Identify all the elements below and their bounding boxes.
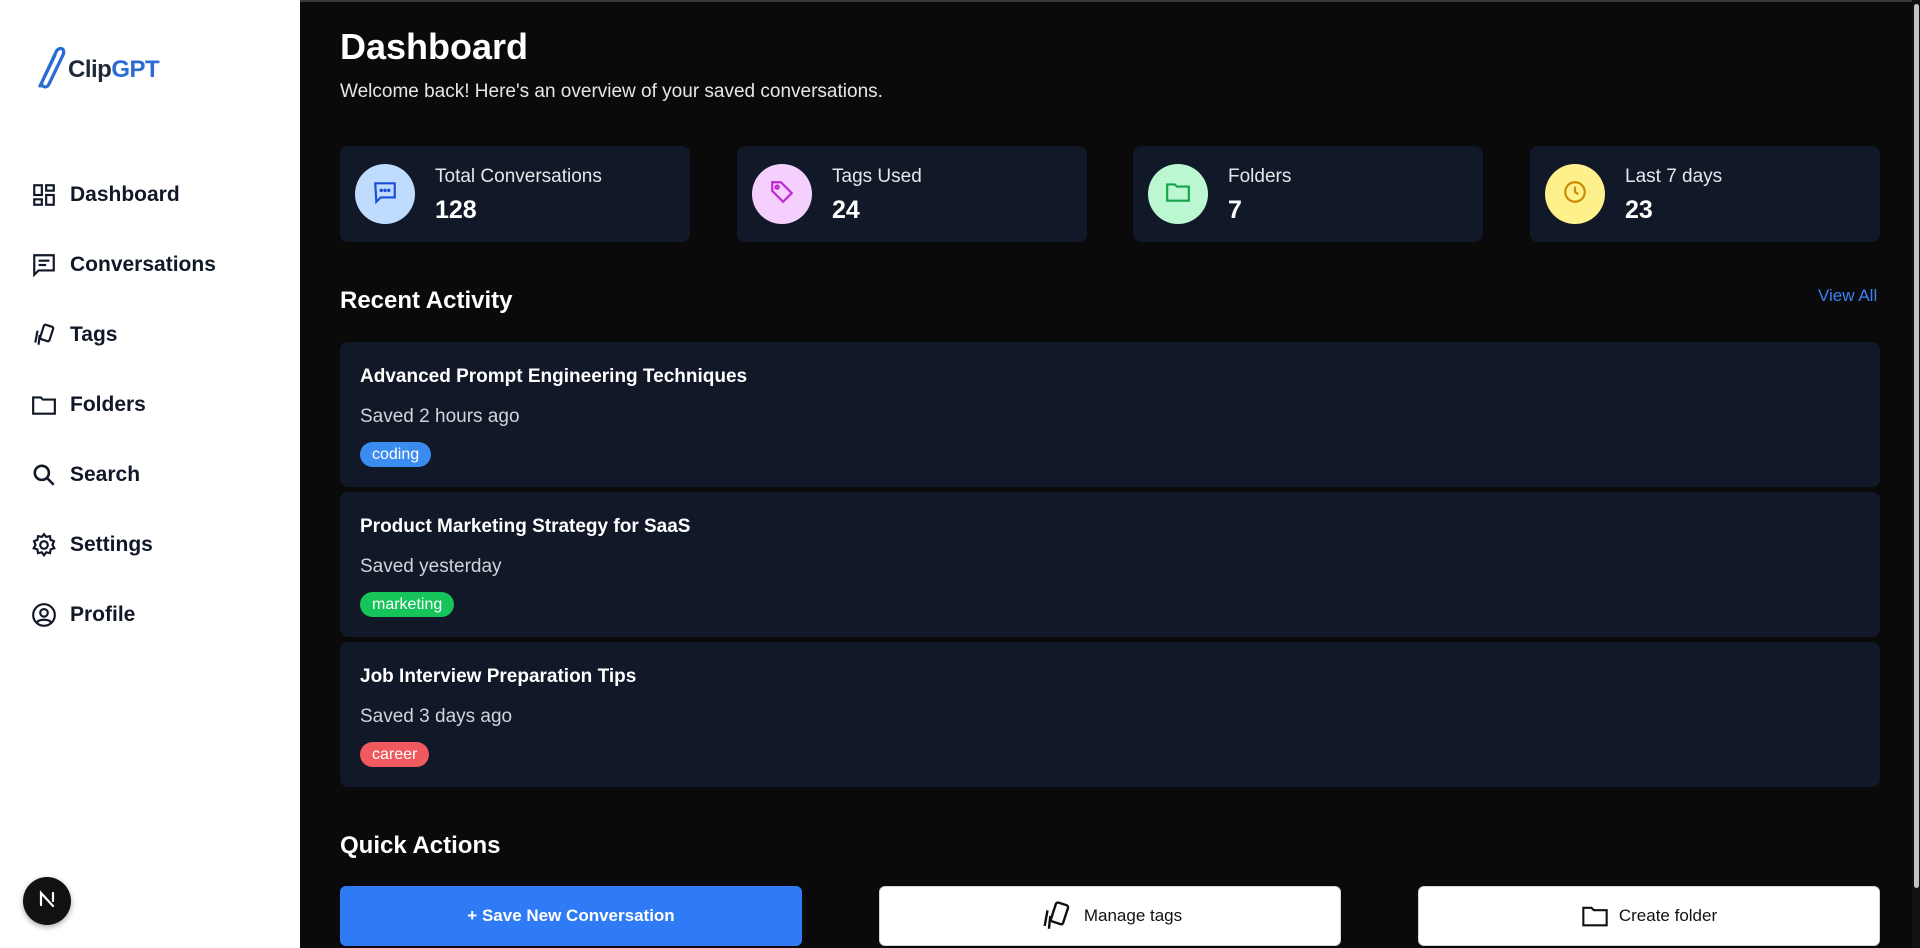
sidebar-item-settings[interactable]: Settings <box>30 510 216 580</box>
save-new-conversation-button[interactable]: + Save New Conversation <box>340 886 802 946</box>
scrollbar-thumb[interactable] <box>1914 4 1919 888</box>
clock-icon <box>1562 179 1588 210</box>
quick-actions-title: Quick Actions <box>340 832 501 859</box>
activity-title: Product Marketing Strategy for SaaS <box>360 516 691 537</box>
folder-icon <box>1581 902 1609 930</box>
sidebar-item-label: Conversations <box>70 253 216 276</box>
stat-label: Folders <box>1228 166 1292 187</box>
sidebar-item-label: Search <box>70 463 141 486</box>
activity-title: Job Interview Preparation Tips <box>360 666 637 687</box>
search-icon <box>30 461 58 489</box>
view-all-link[interactable]: View All <box>1818 286 1877 306</box>
list-item[interactable]: Advanced Prompt Engineering Techniques S… <box>340 342 1880 487</box>
stats-row: Total Conversations 128 Tags Used 24 Fol… <box>340 146 1880 242</box>
stat-icon-circle <box>752 164 812 224</box>
sidebar-item-label: Profile <box>70 603 136 626</box>
activity-time: Saved yesterday <box>360 556 502 577</box>
stat-icon-circle <box>1148 164 1208 224</box>
stat-label: Tags Used <box>832 166 922 187</box>
button-label: Create folder <box>1618 906 1718 925</box>
activity-title: Advanced Prompt Engineering Techniques <box>360 366 748 387</box>
app-window: ClipGPT Dashboard Conversations Tags Fol… <box>0 0 1920 948</box>
logo[interactable]: ClipGPT <box>30 42 160 97</box>
sidebar-item-label: Dashboard <box>70 183 180 206</box>
list-item[interactable]: Product Marketing Strategy for SaaS Save… <box>340 492 1880 637</box>
sidebar-item-label: Settings <box>70 533 153 556</box>
manage-tags-button[interactable]: Manage tags <box>879 886 1341 946</box>
tag-badge[interactable]: coding <box>360 442 432 467</box>
activity-time: Saved 2 hours ago <box>360 406 520 427</box>
stat-card-tags-used: Tags Used 24 <box>737 146 1087 242</box>
logo-text-gpt: GPT <box>111 55 160 83</box>
stat-label: Last 7 days <box>1625 166 1723 187</box>
sidebar-item-conversations[interactable]: Conversations <box>30 230 216 300</box>
tags-icon <box>30 321 58 349</box>
logo-text-clip: Clip <box>68 55 112 83</box>
sidebar-item-tags[interactable]: Tags <box>30 300 216 370</box>
tag-badge[interactable]: career <box>360 742 430 767</box>
sidebar-nav: Dashboard Conversations Tags Folders Sea… <box>30 160 216 650</box>
list-item[interactable]: Job Interview Preparation Tips Saved 3 d… <box>340 642 1880 787</box>
page-title: Dashboard <box>340 26 529 67</box>
stat-icon-circle <box>1545 164 1605 224</box>
folder-icon <box>30 391 58 419</box>
stat-value: 128 <box>435 196 477 224</box>
n-logo-icon <box>36 888 58 915</box>
dev-badge-button[interactable] <box>23 877 71 925</box>
tags-icon <box>1038 899 1074 933</box>
sidebar-item-search[interactable]: Search <box>30 440 216 510</box>
button-label: Manage tags <box>1083 906 1183 925</box>
activity-time: Saved 3 days ago <box>360 706 513 727</box>
stat-label: Total Conversations <box>435 166 602 187</box>
create-folder-button[interactable]: Create folder <box>1418 886 1880 946</box>
sidebar-item-profile[interactable]: Profile <box>30 580 216 650</box>
stat-value: 7 <box>1228 196 1242 224</box>
button-label: + Save New Conversation <box>467 906 675 925</box>
sidebar-item-folders[interactable]: Folders <box>30 370 216 440</box>
stat-card-total-conversations: Total Conversations 128 <box>340 146 690 242</box>
sidebar-item-dashboard[interactable]: Dashboard <box>30 160 216 230</box>
chat-icon <box>30 251 58 279</box>
tag-icon <box>769 179 795 210</box>
tag-badge[interactable]: marketing <box>360 592 455 617</box>
recent-activity-title: Recent Activity <box>340 287 513 314</box>
sidebar-item-label: Tags <box>70 323 118 346</box>
user-circle-icon <box>30 601 58 629</box>
gear-icon <box>30 531 58 559</box>
paperclip-logo-icon <box>30 42 66 97</box>
main-content: Dashboard Welcome back! Here's an overvi… <box>300 0 1912 948</box>
sidebar-item-label: Folders <box>70 393 146 416</box>
chat-icon <box>372 179 398 210</box>
stat-value: 24 <box>832 196 860 224</box>
stat-icon-circle <box>355 164 415 224</box>
sidebar: ClipGPT Dashboard Conversations Tags Fol… <box>0 0 300 948</box>
page-subtitle: Welcome back! Here's an overview of your… <box>340 81 883 102</box>
stat-card-folders: Folders 7 <box>1133 146 1483 242</box>
logo-text: ClipGPT <box>68 55 160 84</box>
stat-value: 23 <box>1625 196 1653 224</box>
folder-icon <box>1165 179 1191 210</box>
dashboard-icon <box>30 181 58 209</box>
stat-card-last-7-days: Last 7 days 23 <box>1530 146 1880 242</box>
